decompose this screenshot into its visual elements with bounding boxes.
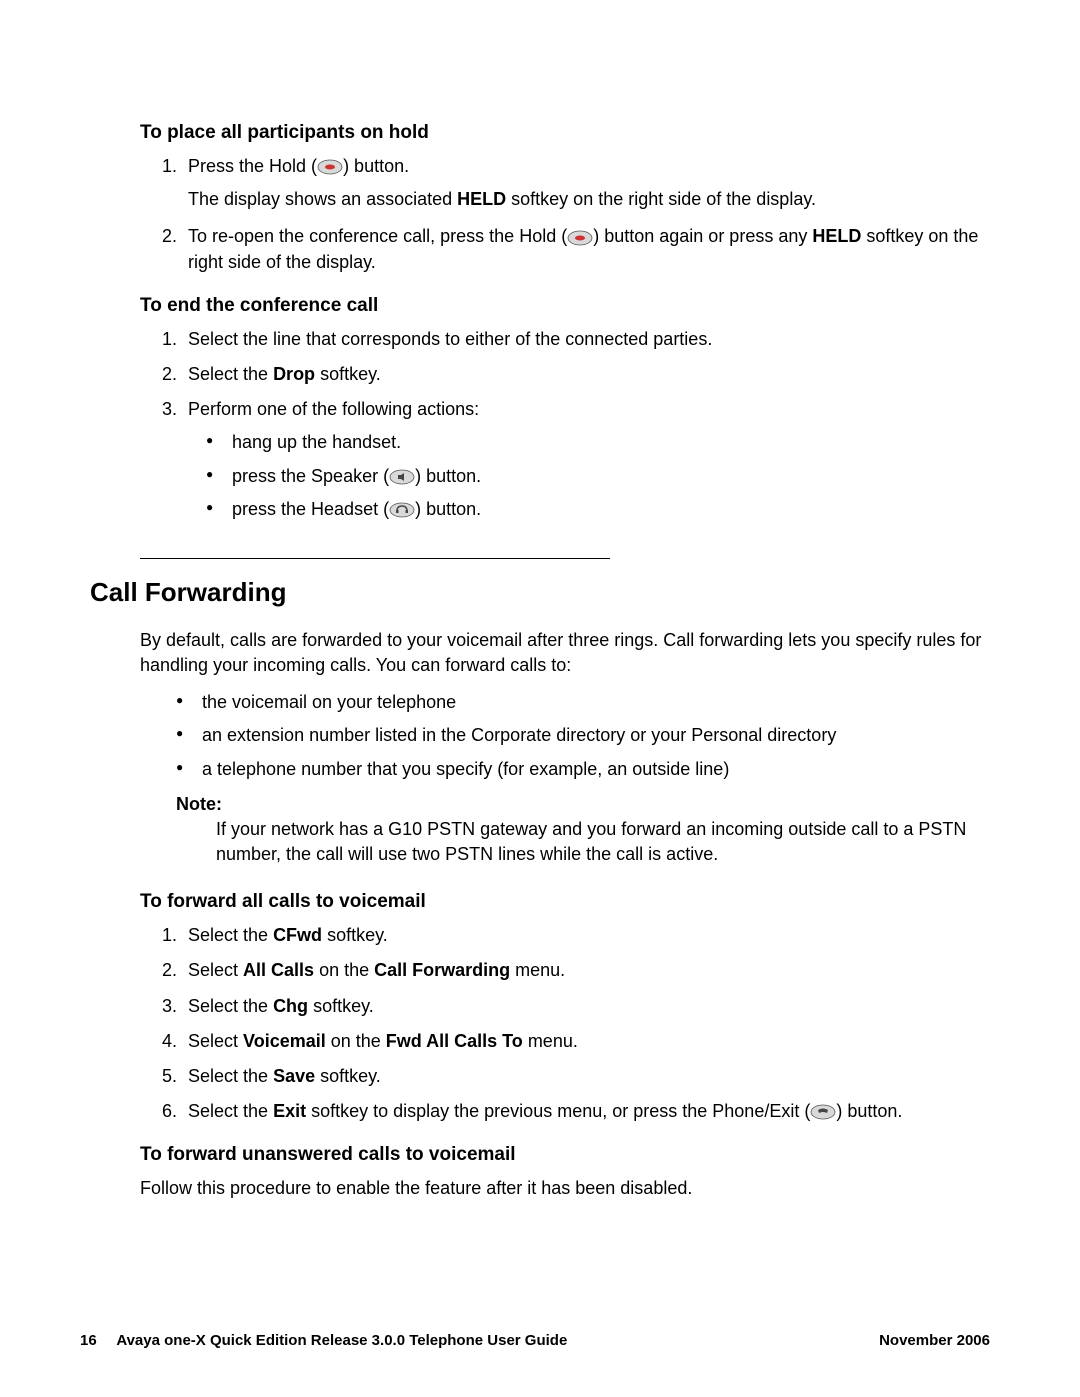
list-item: the voicemail on your telephone [176,690,990,715]
text: Select the [188,925,273,945]
text: ) button. [415,499,481,519]
text: on the [314,960,374,980]
text: Select [188,960,243,980]
text: Press the Hold ( [188,156,317,176]
text: Select the [188,1101,273,1121]
page-number: 16 [80,1332,97,1349]
text: HELD [457,189,506,209]
heading-fwd-un: To forward unanswered calls to voicemail [140,1144,990,1166]
text: on the [326,1031,386,1051]
text: softkey. [322,925,388,945]
list-item: To re-open the conference call, press th… [182,224,990,274]
text: The display shows an associated [188,189,457,209]
note-label: Note: [176,794,990,815]
section-title: Call Forwarding [90,577,990,608]
text: softkey. [315,1066,381,1086]
text: Call Forwarding [374,960,510,980]
list-item: Press the Hold ( ) button. The display sh… [182,154,990,212]
page-footer: 16 Avaya one-X Quick Edition Release 3.0… [80,1332,990,1349]
text: press the Headset ( [232,499,389,519]
list-item: Select All Calls on the Call Forwarding … [182,958,990,983]
list-item: an extension number listed in the Corpor… [176,723,990,748]
text: softkey. [308,996,374,1016]
sub-bullets: hang up the handset. press the Speaker (… [206,430,990,522]
paragraph: Follow this procedure to enable the feat… [140,1176,990,1201]
text: CFwd [273,925,322,945]
list-item: press the Speaker ( ) button. [206,464,990,489]
text: Fwd All Calls To [386,1031,523,1051]
speaker-icon [389,469,415,485]
phone-exit-icon [810,1104,836,1120]
footer-left: 16 Avaya one-X Quick Edition Release 3.0… [80,1332,567,1349]
text: Select [188,1031,243,1051]
text: Exit [273,1101,306,1121]
text: softkey. [315,364,381,384]
text: The display shows an associated HELD sof… [188,187,990,212]
text: Select the [188,364,273,384]
text: HELD [812,226,861,246]
steps-hold: Press the Hold ( ) button. The display sh… [150,154,990,275]
document-page: To place all participants on hold Press … [0,0,1080,1397]
list-item: Select the CFwd softkey. [182,923,990,948]
text: ) button. [343,156,409,176]
list-item: Select the Exit softkey to display the p… [182,1099,990,1124]
text: Select the [188,1066,273,1086]
doc-title: Avaya one-X Quick Edition Release 3.0.0 … [116,1332,567,1349]
text: softkey to display the previous menu, or… [306,1101,810,1121]
steps-end: Select the line that corresponds to eith… [150,327,990,522]
heading-end: To end the conference call [140,295,990,317]
text: Voicemail [243,1031,326,1051]
heading-hold: To place all participants on hold [140,122,990,144]
steps-fwd-all: Select the CFwd softkey. Select All Call… [150,923,990,1124]
text: press the Speaker ( [232,466,389,486]
list-item: Select the line that corresponds to eith… [182,327,990,352]
list-item: press the Headset ( ) button. [206,497,990,522]
list-item: hang up the handset. [206,430,990,455]
text: Save [273,1066,315,1086]
list-item: a telephone number that you specify (for… [176,757,990,782]
text: softkey on the right side of the display… [506,189,816,209]
list-item: Select Voicemail on the Fwd All Calls To… [182,1029,990,1054]
paragraph: By default, calls are forwarded to your … [140,628,990,678]
hold-icon [317,159,343,175]
text: To re-open the conference call, press th… [188,226,567,246]
text: Chg [273,996,308,1016]
hold-icon [567,230,593,246]
list-item: Perform one of the following actions: ha… [182,397,990,522]
note-text: If your network has a G10 PSTN gateway a… [216,817,990,867]
forward-targets: the voicemail on your telephone an exten… [176,690,990,782]
text: Drop [273,364,315,384]
text: All Calls [243,960,314,980]
text: ) button. [415,466,481,486]
text: Perform one of the following actions: [188,399,479,419]
list-item: Select the Save softkey. [182,1064,990,1089]
list-item: Select the Drop softkey. [182,362,990,387]
note: Note: If your network has a G10 PSTN gat… [176,794,990,867]
text: ) button. [836,1101,902,1121]
text: menu. [523,1031,578,1051]
heading-fwd-all: To forward all calls to voicemail [140,891,990,913]
divider [140,558,610,559]
footer-right: November 2006 [879,1332,990,1349]
text: ) button again or press any [593,226,812,246]
list-item: Select the Chg softkey. [182,994,990,1019]
text: menu. [510,960,565,980]
headset-icon [389,502,415,518]
text: Select the [188,996,273,1016]
